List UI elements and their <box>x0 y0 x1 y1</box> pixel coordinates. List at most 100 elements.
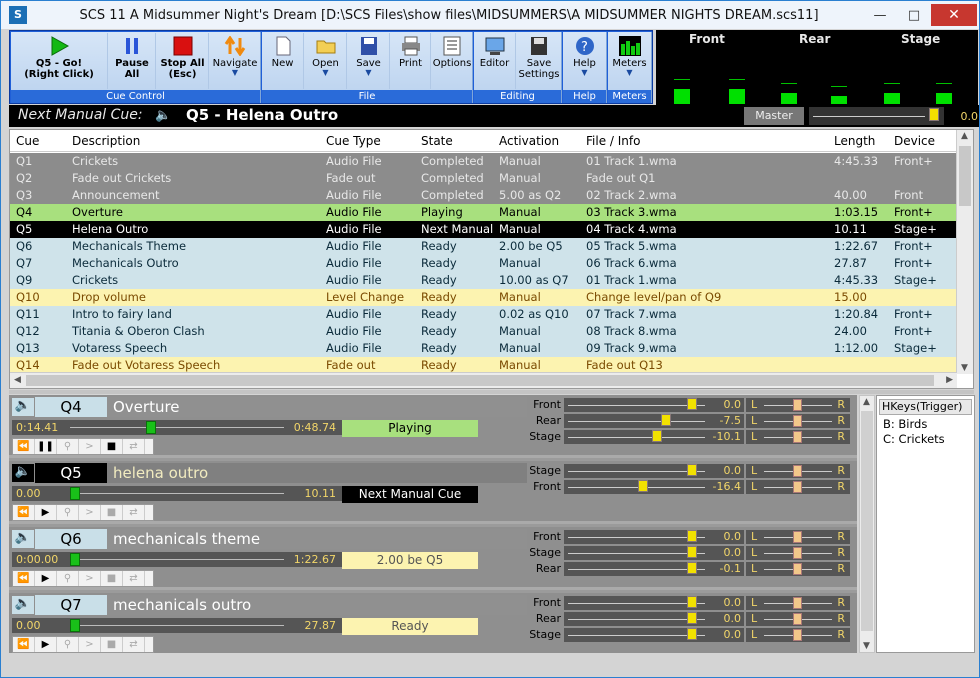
fader-knob[interactable] <box>661 414 671 426</box>
cue-row[interactable]: Q4 Overture Audio File Playing Manual 03 Trac… <box>10 204 957 221</box>
splitter[interactable] <box>9 390 974 394</box>
fader-knob[interactable] <box>687 398 697 410</box>
pan-knob[interactable] <box>793 431 802 443</box>
pan-knob[interactable] <box>793 531 802 543</box>
device-pan[interactable]: LR <box>746 628 850 642</box>
play-icon[interactable]: ▶ <box>35 637 57 652</box>
device-level-fader[interactable] <box>564 464 709 478</box>
cue-list-vertical-scrollbar[interactable]: ▲ ▼ <box>956 130 973 374</box>
meters-button[interactable]: Meters ▼ <box>608 33 651 89</box>
shuffle-icon[interactable]: ⇄ <box>123 505 145 520</box>
scroll-up-icon[interactable]: ▲ <box>863 397 870 407</box>
progress-slider[interactable]: 0:14.41 0:48.74 <box>12 420 342 435</box>
navigate-button[interactable]: Navigate ▼ <box>210 33 260 89</box>
master-fader[interactable]: 0.0 <box>809 107 978 125</box>
device-level-fader[interactable] <box>564 562 709 576</box>
rewind-icon[interactable]: ⏪ <box>13 637 35 652</box>
col-header-activation[interactable]: Activation <box>499 134 559 148</box>
progress-knob[interactable] <box>70 487 80 500</box>
device-pan[interactable]: LR <box>746 480 850 494</box>
pan-knob[interactable] <box>793 613 802 625</box>
device-pan[interactable]: LR <box>746 464 850 478</box>
speaker-icon[interactable]: 🔈 <box>12 464 34 482</box>
pan-knob[interactable] <box>793 563 802 575</box>
play-icon[interactable]: ▶ <box>35 571 57 586</box>
device-level-fader[interactable] <box>564 398 709 412</box>
cue-row[interactable]: Q1 Crickets Audio File Completed Manual 01 Tr… <box>10 153 957 170</box>
speaker-icon[interactable]: 🔈 <box>12 398 34 416</box>
progress-slider[interactable]: 0:00.00 1:22.67 <box>12 552 342 567</box>
shuffle-icon[interactable]: ⇄ <box>123 637 145 652</box>
scroll-down-icon[interactable]: ▼ <box>863 641 870 651</box>
hscroll-thumb[interactable] <box>26 375 934 386</box>
master-fader-knob[interactable] <box>929 108 939 121</box>
fade-out-icon[interactable]: ⚲ <box>57 505 79 520</box>
progress-knob[interactable] <box>70 553 80 566</box>
fade-out-icon[interactable]: ⚲ <box>57 637 79 652</box>
next-icon[interactable]: > <box>79 505 101 520</box>
device-level-fader[interactable] <box>564 596 709 610</box>
next-icon[interactable]: > <box>79 637 101 652</box>
fade-out-icon[interactable]: ⚲ <box>57 439 79 454</box>
stop-icon[interactable]: ■ <box>101 505 123 520</box>
cue-row[interactable]: Q5 Helena Outro Audio File Next Manual Manua… <box>10 221 957 238</box>
new-button[interactable]: New <box>262 33 304 89</box>
save-button[interactable]: Save ▼ <box>348 33 390 89</box>
device-pan[interactable]: LR <box>746 562 850 576</box>
next-icon[interactable]: > <box>79 571 101 586</box>
col-header-device[interactable]: Device <box>894 134 935 148</box>
fader-knob[interactable] <box>687 464 697 476</box>
scroll-right-icon[interactable]: ▶ <box>946 375 953 385</box>
device-level-fader[interactable] <box>564 546 709 560</box>
speaker-icon[interactable]: 🔈 <box>12 530 34 548</box>
pan-knob[interactable] <box>793 629 802 641</box>
fader-knob[interactable] <box>687 596 697 608</box>
pan-knob[interactable] <box>793 399 802 411</box>
device-pan[interactable]: LR <box>746 612 850 626</box>
scroll-up-icon[interactable]: ▲ <box>961 131 968 141</box>
device-level-fader[interactable] <box>564 414 709 428</box>
shuffle-icon[interactable]: ⇄ <box>123 439 145 454</box>
fader-knob[interactable] <box>687 628 697 640</box>
panels-vertical-scrollbar[interactable]: ▲ ▼ <box>859 395 875 653</box>
rewind-icon[interactable]: ⏪ <box>13 505 35 520</box>
open-button[interactable]: Open ▼ <box>305 33 347 89</box>
cue-row[interactable]: Q7 Mechanicals Outro Audio File Ready Manual… <box>10 255 957 272</box>
editor-button[interactable]: Editor <box>474 33 516 89</box>
device-level-fader[interactable] <box>564 612 709 626</box>
pause-all-button[interactable]: Pause All <box>109 33 156 89</box>
hotkey-item[interactable]: B: Birds <box>883 417 927 431</box>
scroll-thumb[interactable] <box>959 146 971 206</box>
col-header-state[interactable]: State <box>421 134 453 148</box>
fade-out-icon[interactable]: ⚲ <box>57 571 79 586</box>
cue-row[interactable]: Q2 Fade out Crickets Fade out Completed Manu… <box>10 170 957 187</box>
speaker-icon[interactable]: 🔈 <box>12 596 34 614</box>
stop-icon[interactable]: ■ <box>101 571 123 586</box>
shuffle-icon[interactable]: ⇄ <box>123 571 145 586</box>
pan-knob[interactable] <box>793 415 802 427</box>
device-pan[interactable]: LR <box>746 430 850 444</box>
scroll-thumb[interactable] <box>861 411 873 631</box>
go-button[interactable]: Q5 - Go! (Right Click) <box>11 33 108 89</box>
stop-icon[interactable]: ■ <box>101 439 123 454</box>
device-pan[interactable]: LR <box>746 414 850 428</box>
pan-knob[interactable] <box>793 597 802 609</box>
play-icon[interactable]: ▶ <box>35 505 57 520</box>
options-button[interactable]: Options <box>432 33 472 89</box>
cue-row[interactable]: Q13 Votaress Speech Audio File Ready Manual 0… <box>10 340 957 357</box>
save-settings-button[interactable]: Save Settings <box>517 33 561 89</box>
close-button[interactable]: ✕ <box>931 4 977 26</box>
cue-row[interactable]: Q9 Crickets Audio File Ready 10.00 as Q7 01 T… <box>10 272 957 289</box>
device-level-fader[interactable] <box>564 530 709 544</box>
scroll-down-icon[interactable]: ▼ <box>961 363 968 373</box>
fader-knob[interactable] <box>687 530 697 542</box>
cue-row[interactable]: Q6 Mechanicals Theme Audio File Ready 2.00 b… <box>10 238 957 255</box>
pause-icon[interactable]: ❚❚ <box>35 439 57 454</box>
cue-list-horizontal-scrollbar[interactable]: ◀ ▶ <box>10 372 957 388</box>
progress-slider[interactable]: 0.00 10.11 <box>12 486 342 501</box>
col-header-cue-type[interactable]: Cue Type <box>326 134 381 148</box>
fader-knob[interactable] <box>652 430 662 442</box>
device-pan[interactable]: LR <box>746 398 850 412</box>
cue-row[interactable]: Q10 Drop volume Level Change Ready Manual Cha… <box>10 289 957 306</box>
device-pan[interactable]: LR <box>746 546 850 560</box>
